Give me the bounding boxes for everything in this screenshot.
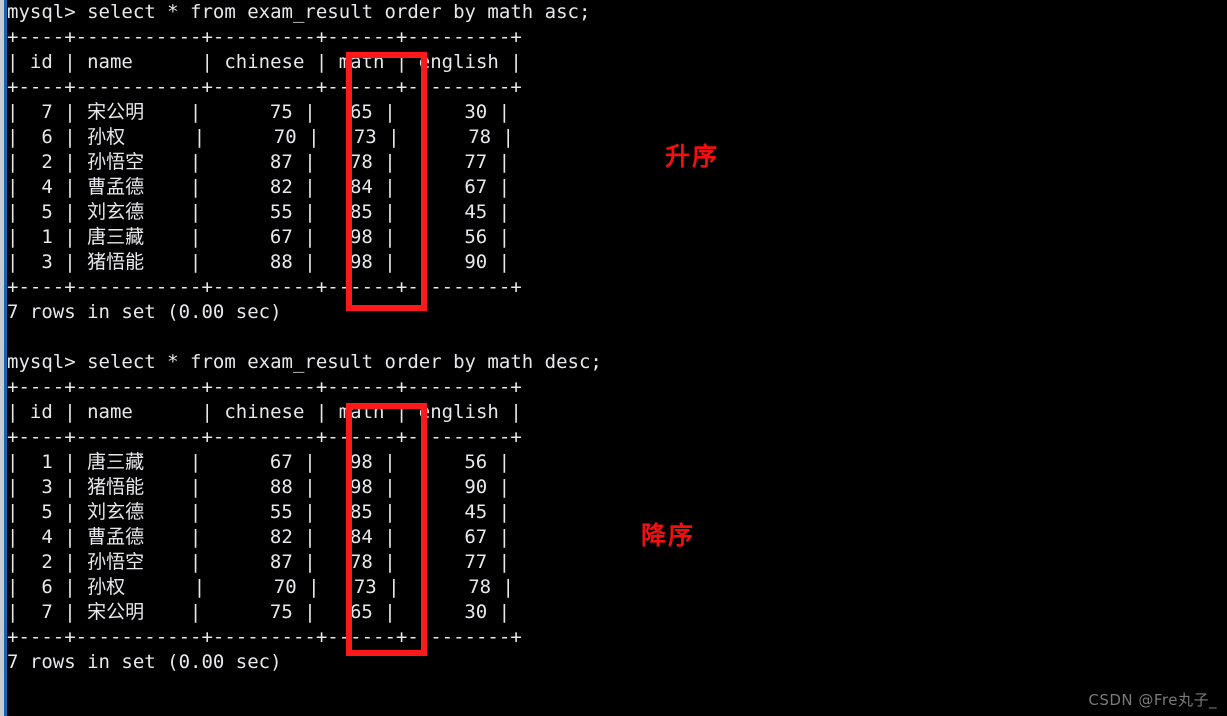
terminal-line: | id | name | chinese | math | english | <box>7 401 522 423</box>
terminal-line: | 5 | 刘玄德 | 55 | 85 | 45 | <box>7 501 511 523</box>
csdn-watermark: CSDN @Fre丸子_ <box>1088 691 1217 709</box>
terminal-output[interactable]: mysql> select * from exam_result order b… <box>7 0 1227 716</box>
annotation-descending-label: 降序 <box>641 521 696 550</box>
terminal-line: +----+-----------+---------+------+-----… <box>7 26 522 48</box>
terminal-line: | 7 | 宋公明 | 75 | 65 | 30 | <box>7 601 511 623</box>
terminal-line: mysql> select * from exam_result order b… <box>7 351 602 373</box>
terminal-line: | 4 | 曹孟德 | 82 | 84 | 67 | <box>7 176 511 198</box>
terminal-line: | 1 | 唐三藏 | 67 | 98 | 56 | <box>7 451 511 473</box>
terminal-line: | 1 | 唐三藏 | 67 | 98 | 56 | <box>7 226 511 248</box>
terminal-screen: mysql> select * from exam_result order b… <box>0 0 1227 716</box>
terminal-line: | 3 | 猪悟能 | 88 | 98 | 90 | <box>7 476 511 498</box>
terminal-line: +----+-----------+---------+------+-----… <box>7 276 522 298</box>
terminal-line: mysql> select * from exam_result order b… <box>7 1 591 23</box>
terminal-line: 7 rows in set (0.00 sec) <box>7 301 282 323</box>
terminal-line: | 7 | 宋公明 | 75 | 65 | 30 | <box>7 101 511 123</box>
terminal-line: +----+-----------+---------+------+-----… <box>7 426 522 448</box>
terminal-line: | 4 | 曹孟德 | 82 | 84 | 67 | <box>7 526 511 548</box>
terminal-line: +----+-----------+---------+------+-----… <box>7 376 522 398</box>
terminal-line: | id | name | chinese | math | english | <box>7 51 522 73</box>
terminal-line: +----+-----------+---------+------+-----… <box>7 76 522 98</box>
terminal-line: | 6 | 孙权 | 70 | 73 | 78 | <box>7 126 514 148</box>
terminal-line: 7 rows in set (0.00 sec) <box>7 651 282 673</box>
terminal-line: | 3 | 猪悟能 | 88 | 98 | 90 | <box>7 251 511 273</box>
terminal-line: | 2 | 孙悟空 | 87 | 78 | 77 | <box>7 151 511 173</box>
terminal-line: +----+-----------+---------+------+-----… <box>7 626 522 648</box>
terminal-line: | 2 | 孙悟空 | 87 | 78 | 77 | <box>7 551 511 573</box>
terminal-line: | 6 | 孙权 | 70 | 73 | 78 | <box>7 576 514 598</box>
terminal-line: | 5 | 刘玄德 | 55 | 85 | 45 | <box>7 201 511 223</box>
annotation-ascending-label: 升序 <box>665 142 720 171</box>
